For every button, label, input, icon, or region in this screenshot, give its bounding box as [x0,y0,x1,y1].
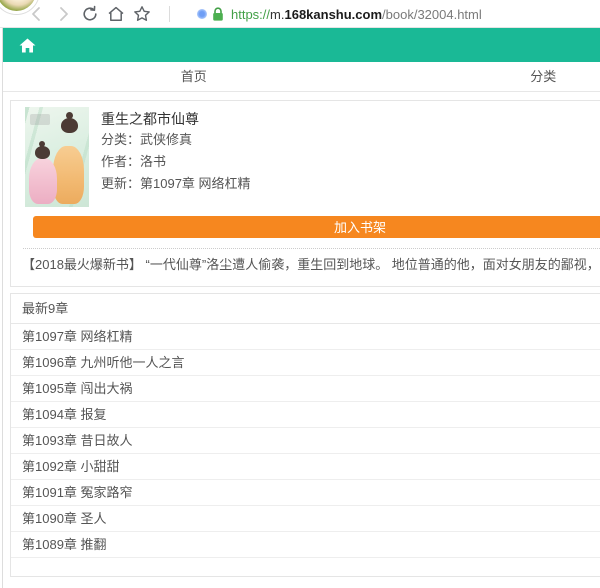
home-icon[interactable] [18,36,37,55]
book-title: 重生之都市仙尊 [101,109,251,129]
bookmark-star-icon[interactable] [132,4,152,24]
nav-item-category[interactable]: 分类 [369,62,600,91]
cover-figure-left [29,158,57,204]
browser-toolbar: https://m.168kanshu.com/book/32004.html [0,0,600,28]
back-icon[interactable] [27,4,47,24]
category-value: 武侠修真 [140,132,192,147]
url-subdomain: m. [270,7,284,22]
address-bar-url[interactable]: https://m.168kanshu.com/book/32004.html [231,0,482,28]
chapter-link[interactable]: 第1096章 九州听他一人之言 [11,350,600,376]
book-cover-image[interactable] [25,107,89,207]
refresh-icon[interactable] [80,4,100,24]
chapter-link[interactable]: 第1092章 小甜甜 [11,454,600,480]
site-nav: 首页 分类 [3,62,600,92]
url-scheme: https:// [231,7,270,22]
category-label: 分类： [101,132,140,147]
browser-home-icon[interactable] [106,4,126,24]
book-info: 重生之都市仙尊 分类：武侠修真 作者：洛书 更新：第1097章 网络杠精 [11,101,600,207]
window-edge-line [2,28,3,588]
chapter-list-header: 最新9章 [11,294,600,324]
book-description: 【2018最火爆新书】 “一代仙尊”洛尘遭人偷袭，重生回到地球。 地位普通的他，… [11,249,600,286]
book-update-line: 更新：第1097章 网络杠精 [101,173,251,195]
cover-hair-right [61,118,78,133]
update-label: 更新： [101,176,140,191]
toolbar-divider [169,6,170,22]
site-header-bar [3,28,600,62]
chapter-link[interactable]: 第1095章 闯出大祸 [11,376,600,402]
url-path: /book/32004.html [382,7,482,22]
update-value: 第1097章 网络杠精 [140,176,251,191]
url-domain: 168kanshu.com [284,7,382,22]
book-author-line: 作者：洛书 [101,151,251,173]
chapter-link[interactable]: 第1094章 报复 [11,402,600,428]
secure-lock-icon[interactable] [211,6,225,22]
add-to-shelf-button[interactable]: 加入书架 [33,216,600,238]
cover-watermark [30,114,50,125]
chapter-link[interactable]: 第1090章 圣人 [11,506,600,532]
chapter-link[interactable]: 第1089章 推翻 [11,532,600,558]
chapter-link[interactable]: 第1097章 网络杠精 [11,324,600,350]
site-info-icon[interactable] [197,9,207,19]
author-label: 作者： [101,154,140,169]
cover-figure-right [53,146,84,204]
book-category-line: 分类：武侠修真 [101,129,251,151]
author-value: 洛书 [140,154,166,169]
book-meta: 重生之都市仙尊 分类：武侠修真 作者：洛书 更新：第1097章 网络杠精 [101,107,251,207]
webpage: 首页 分类 重生之都市仙尊 分类：武侠修真 作者：洛书 更新：第1097章 网络… [3,28,600,577]
chapter-list-card: 最新9章 第1097章 网络杠精 第1096章 九州听他一人之言 第1095章 … [10,293,600,577]
cover-hair-left [35,146,50,159]
book-info-card: 重生之都市仙尊 分类：武侠修真 作者：洛书 更新：第1097章 网络杠精 加入书… [10,100,600,287]
chapter-link[interactable]: 第1093章 昔日故人 [11,428,600,454]
forward-icon[interactable] [53,4,73,24]
chapter-link[interactable]: 第1091章 冤家路窄 [11,480,600,506]
nav-item-home[interactable]: 首页 [19,62,369,91]
